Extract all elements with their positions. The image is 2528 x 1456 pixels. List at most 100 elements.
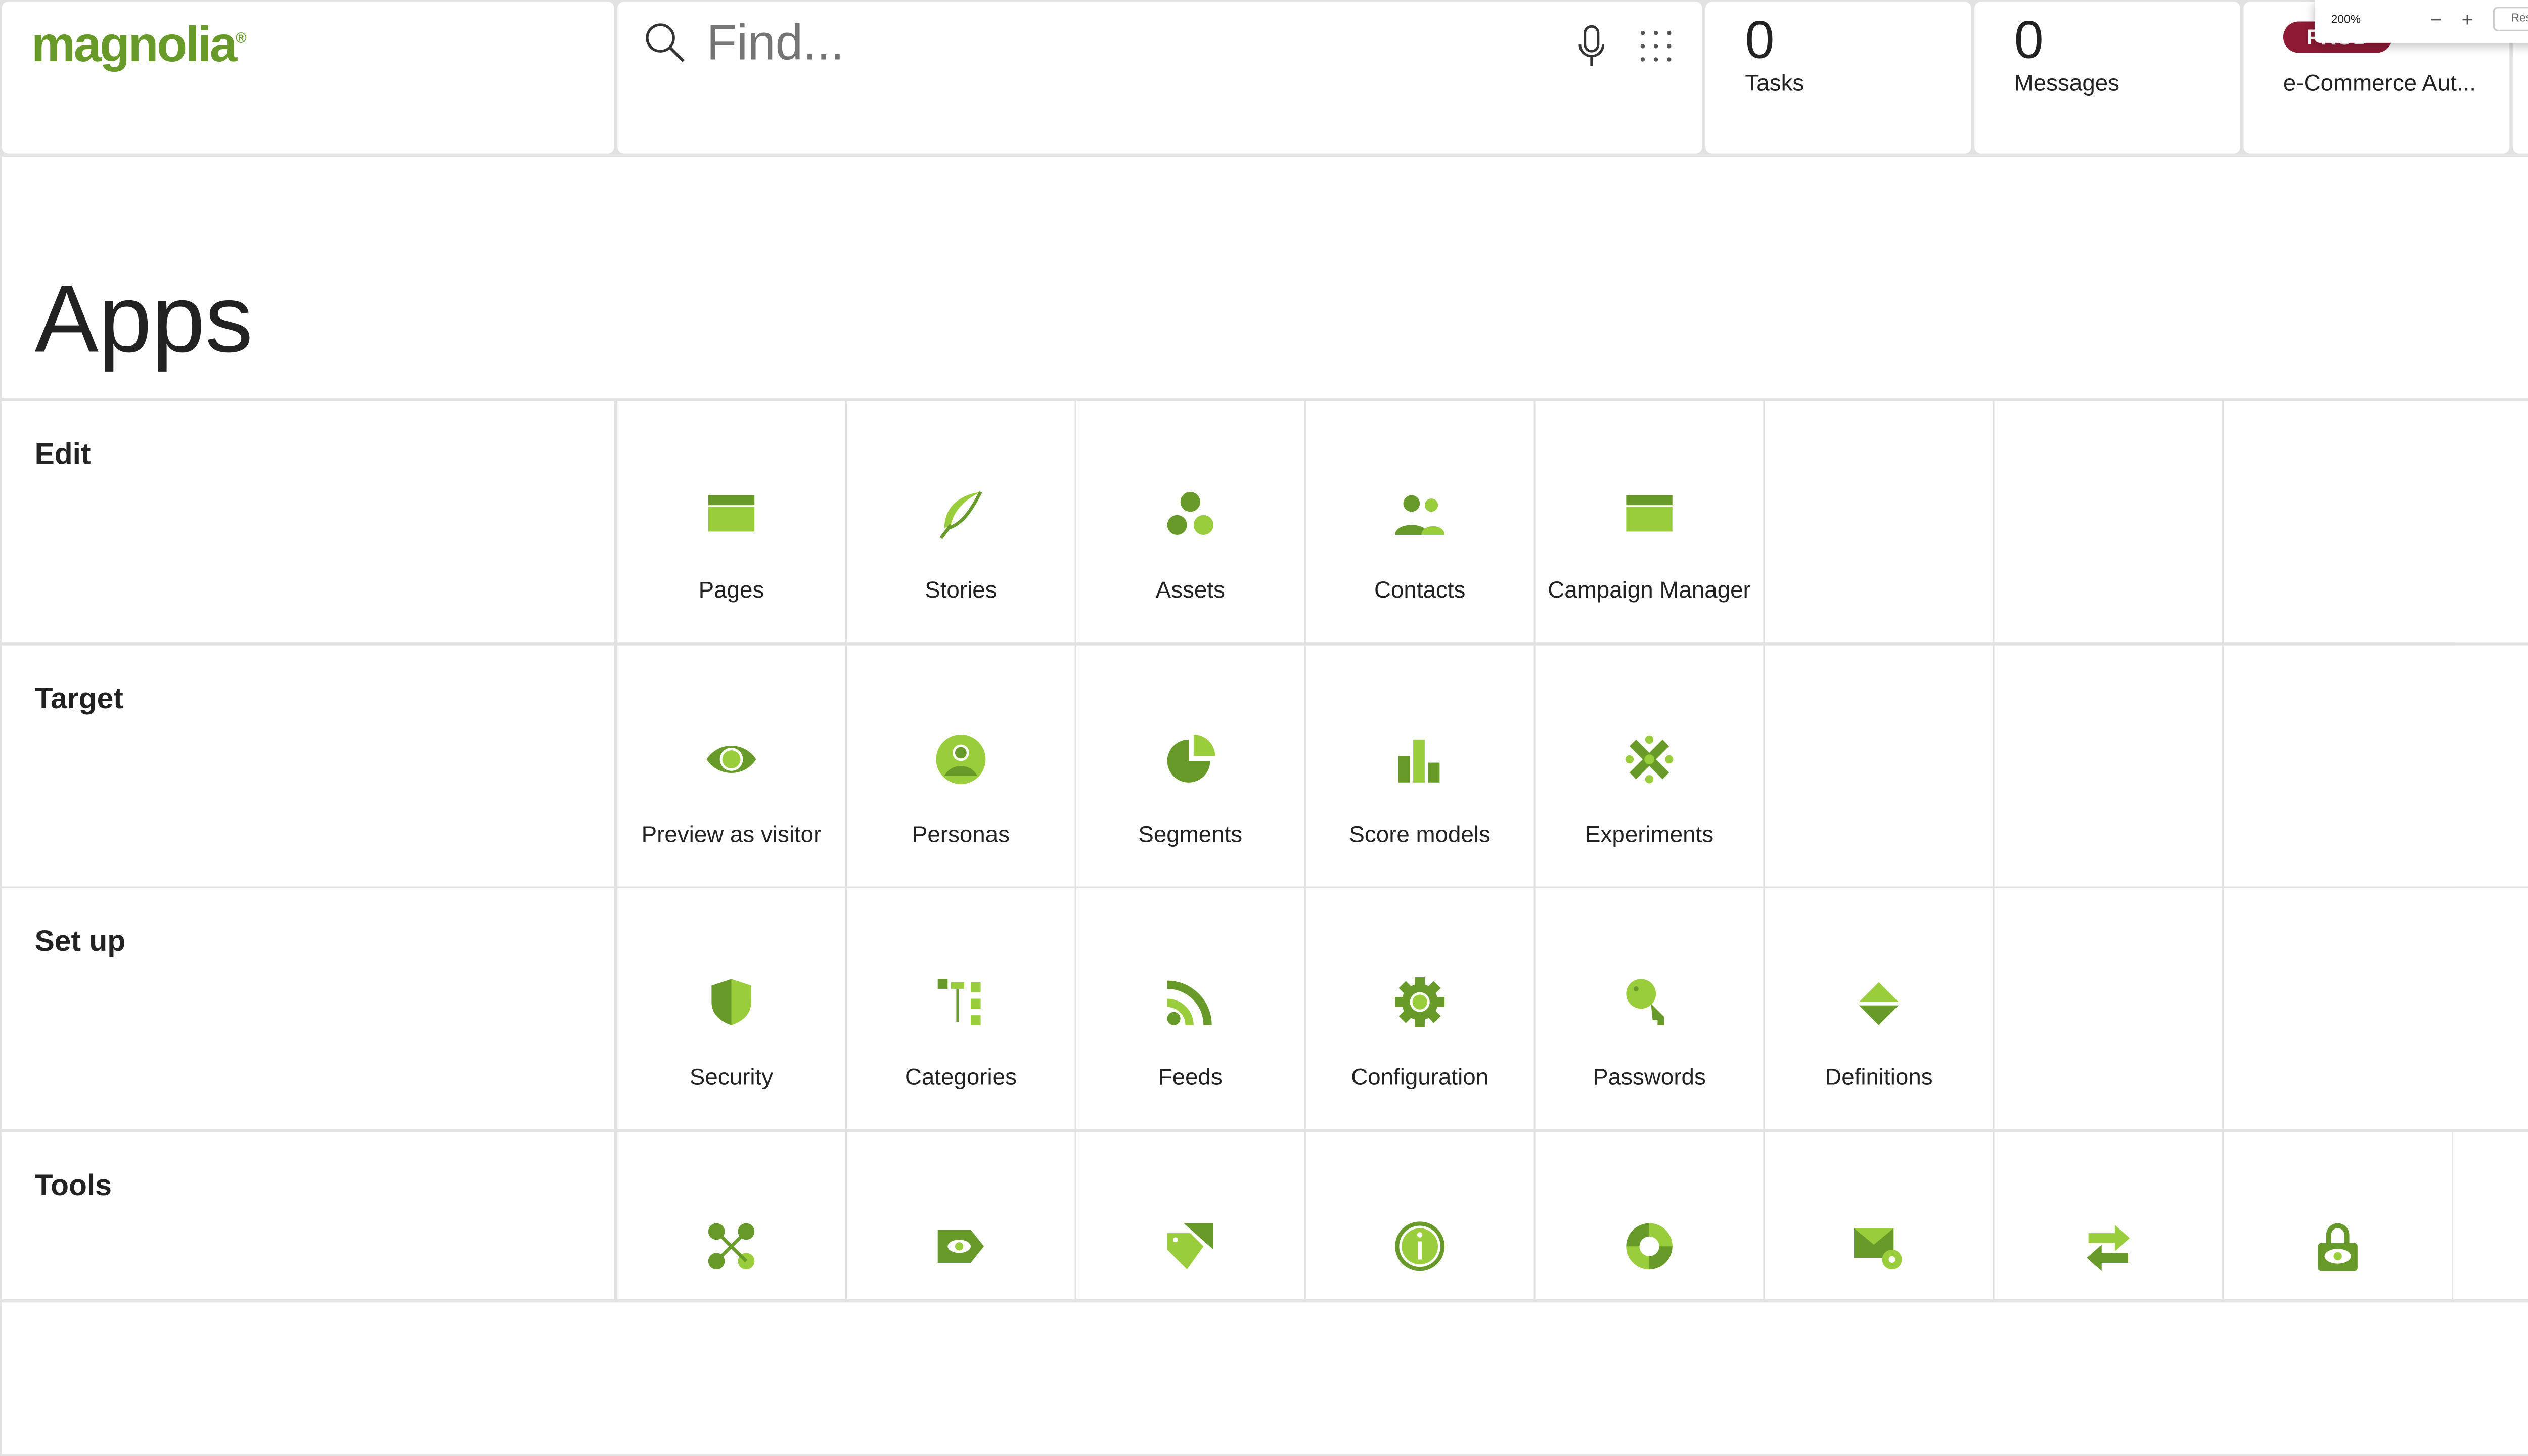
empty-tile bbox=[2453, 645, 2528, 887]
environment-name: e-Commerce Aut... bbox=[2283, 69, 2476, 96]
app-tile-stories[interactable]: Stories bbox=[847, 401, 1075, 643]
messages-count: 0 bbox=[2014, 10, 2044, 70]
empty-tile bbox=[2453, 401, 2528, 643]
empty-tile bbox=[1994, 401, 2223, 643]
bar-chart-icon bbox=[1398, 739, 1440, 783]
search-tile bbox=[617, 2, 1702, 154]
grid-dots-icon[interactable] bbox=[1638, 28, 1674, 65]
tasks-label: Tasks bbox=[1745, 69, 1804, 96]
app-tile-contacts[interactable]: Contacts bbox=[1305, 401, 1534, 643]
zoom-out-button[interactable]: − bbox=[2430, 8, 2442, 31]
app-tile-configuration[interactable]: Configuration bbox=[1305, 888, 1534, 1129]
app-tile-campaign-manager[interactable]: Campaign Manager bbox=[1535, 401, 1764, 643]
empty-tile bbox=[1994, 888, 2223, 1129]
app-label: Campaign Manager bbox=[1548, 576, 1751, 603]
app-label: Passwords bbox=[1593, 1063, 1706, 1090]
eye-icon bbox=[706, 746, 756, 773]
empty-tile bbox=[1765, 401, 1993, 643]
microphone-icon[interactable] bbox=[1575, 25, 1608, 68]
network-icon bbox=[708, 1223, 755, 1270]
messages-label: Messages bbox=[2014, 69, 2120, 96]
app-tile-assets[interactable]: Assets bbox=[1076, 401, 1304, 643]
tree-icon bbox=[937, 979, 981, 1025]
tasks-tile[interactable]: 0 Tasks bbox=[1705, 2, 1971, 154]
app-label: Feeds bbox=[1158, 1063, 1223, 1090]
group-label: Tools bbox=[34, 1168, 112, 1202]
group-label-cell: Tools bbox=[2, 1132, 614, 1299]
app-tile-passwords[interactable]: Passwords bbox=[1535, 888, 1764, 1129]
app-label: Score models bbox=[1349, 820, 1491, 847]
app-group-edit: Edit Pages Stories Assets Contacts Campaign M… bbox=[0, 401, 2528, 643]
app-tile-preview-as-visitor[interactable]: Preview as visitor bbox=[617, 645, 845, 887]
app-label: Contacts bbox=[1374, 576, 1466, 603]
zoom-reset-button[interactable]: Reset bbox=[2493, 7, 2528, 32]
app-tile-segments[interactable]: Segments bbox=[1076, 645, 1304, 887]
app-label: Categories bbox=[905, 1063, 1017, 1090]
app-tile-pages[interactable]: Pages bbox=[617, 401, 845, 643]
apps-header: Apps bbox=[2, 157, 2528, 398]
search-icon bbox=[646, 23, 685, 62]
lock-eye-icon bbox=[2318, 1223, 2358, 1271]
app-label: Experiments bbox=[1585, 820, 1714, 847]
app-tile-security[interactable]: Security bbox=[617, 888, 845, 1129]
feather-icon bbox=[939, 491, 982, 539]
footer-area bbox=[2, 1302, 2528, 1454]
logo-tile[interactable]: magnolia® bbox=[2, 2, 614, 154]
app-tile-arrows-exchange[interactable] bbox=[1994, 1132, 2223, 1299]
app-tile-score-models[interactable]: Score models bbox=[1305, 645, 1534, 887]
app-label: Stories bbox=[925, 576, 997, 603]
arrows-exchange-icon bbox=[2087, 1224, 2130, 1271]
logo-text: magnolia bbox=[31, 18, 237, 73]
tag-eye-icon bbox=[937, 1230, 984, 1263]
app-tile-lock-eye[interactable] bbox=[2224, 1132, 2452, 1299]
zoom-in-button[interactable]: + bbox=[2462, 8, 2473, 31]
mail-gear-icon bbox=[1854, 1228, 1902, 1270]
app-group-set-up: Set up Security Categories Feeds Configurati… bbox=[0, 888, 2528, 1129]
definitions-icon bbox=[1859, 982, 1899, 1025]
group-label: Target bbox=[34, 681, 123, 715]
app-tile-feeds[interactable]: Feeds bbox=[1076, 888, 1304, 1129]
empty-tile bbox=[1994, 645, 2223, 887]
pages-icon bbox=[708, 495, 755, 532]
app-tile-categories[interactable]: Categories bbox=[847, 888, 1075, 1129]
app-group-target: Target Preview as visitor Personas Segments… bbox=[0, 645, 2528, 887]
app-label: Preview as visitor bbox=[641, 820, 822, 847]
group-label-cell: Set up bbox=[2, 888, 614, 1129]
app-label: Segments bbox=[1138, 820, 1243, 847]
experiments-icon bbox=[1625, 735, 1674, 784]
app-tile-network[interactable] bbox=[617, 1132, 845, 1299]
app-tile-tag-eye[interactable] bbox=[847, 1132, 1075, 1299]
lifebuoy-icon bbox=[1626, 1223, 1673, 1270]
search-input[interactable] bbox=[703, 15, 1536, 74]
info-icon bbox=[1395, 1221, 1445, 1271]
campaign-icon bbox=[1626, 495, 1673, 532]
empty-tile bbox=[2453, 1132, 2528, 1299]
app-tile-definitions[interactable]: Definitions bbox=[1765, 888, 1993, 1129]
app-tile-mail-gear[interactable] bbox=[1765, 1132, 1993, 1299]
app-root: magnolia® 0 Tasks 0 Messages PROD e-Comm… bbox=[0, 0, 2528, 1456]
app-label: Personas bbox=[912, 820, 1010, 847]
app-label: Pages bbox=[698, 576, 764, 603]
app-tile-personas[interactable]: Personas bbox=[847, 645, 1075, 887]
gear-icon bbox=[1395, 977, 1445, 1027]
zoom-overlay: 200% − + Reset bbox=[2314, 0, 2528, 43]
persona-icon bbox=[936, 735, 986, 785]
assets-icon bbox=[1167, 492, 1214, 535]
empty-tile bbox=[2453, 888, 2528, 1129]
group-label: Edit bbox=[34, 437, 91, 471]
page-title: Apps bbox=[34, 265, 253, 373]
app-label: Configuration bbox=[1351, 1063, 1489, 1090]
messages-tile[interactable]: 0 Messages bbox=[1974, 2, 2241, 154]
app-tile-experiments[interactable]: Experiments bbox=[1535, 645, 1764, 887]
app-tile-lifebuoy[interactable] bbox=[1535, 1132, 1764, 1299]
tasks-count: 0 bbox=[1745, 10, 1775, 70]
key-icon bbox=[1626, 979, 1664, 1025]
group-label-cell: Edit bbox=[2, 401, 614, 643]
app-tile-tags[interactable] bbox=[1076, 1132, 1304, 1299]
magnolia-logo: magnolia® bbox=[31, 18, 246, 73]
app-group-tools: Tools bbox=[0, 1132, 2528, 1299]
rss-icon bbox=[1167, 980, 1212, 1025]
app-tile-info[interactable] bbox=[1305, 1132, 1534, 1299]
app-label: Definitions bbox=[1825, 1063, 1933, 1090]
contacts-icon bbox=[1395, 495, 1445, 535]
